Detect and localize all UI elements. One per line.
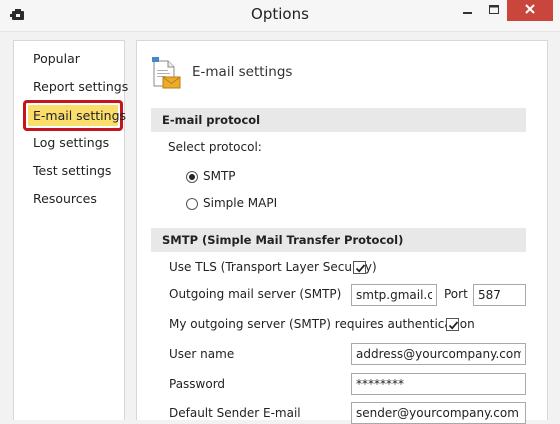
sidebar-item-popular[interactable]: Popular <box>33 48 80 70</box>
sidebar-item-log-settings[interactable]: Log settings <box>33 132 109 154</box>
title-bar[interactable]: Options <box>0 0 560 32</box>
sidebar-item-email-settings[interactable]: E-mail settings <box>23 100 126 131</box>
port-label: Port <box>444 287 468 301</box>
requires-auth-label: My outgoing server (SMTP) requires authe… <box>169 317 475 331</box>
close-button[interactable] <box>507 0 553 21</box>
default-sender-field[interactable] <box>351 402 526 424</box>
simple-mapi-radio-label[interactable]: Simple MAPI <box>203 196 277 210</box>
password-field[interactable] <box>351 373 526 395</box>
port-field[interactable] <box>473 284 526 306</box>
username-label: User name <box>169 347 235 361</box>
use-tls-checkbox[interactable] <box>353 261 366 274</box>
sidebar-item-label: E-mail settings <box>28 105 126 126</box>
simple-mapi-radio[interactable] <box>186 198 198 210</box>
use-tls-label: Use TLS (Transport Layer Security) <box>169 260 377 274</box>
smtp-radio-label[interactable]: SMTP <box>203 169 236 183</box>
password-label: Password <box>169 377 226 391</box>
minimize-button[interactable] <box>455 0 481 21</box>
outgoing-server-label: Outgoing mail server (SMTP) <box>169 287 342 301</box>
smtp-section-header: SMTP (Simple Mail Transfer Protocol) <box>151 228 526 252</box>
email-settings-icon <box>150 56 182 90</box>
sidebar-item-resources[interactable]: Resources <box>33 188 97 210</box>
page-title: E-mail settings <box>192 64 293 80</box>
username-field[interactable] <box>351 343 526 365</box>
maximize-button[interactable] <box>481 0 507 21</box>
smtp-radio[interactable] <box>186 171 198 183</box>
minimize-icon <box>463 4 473 18</box>
close-icon <box>524 3 536 18</box>
email-protocol-section-header: E-mail protocol <box>151 108 526 132</box>
select-protocol-label: Select protocol: <box>168 140 262 154</box>
requires-auth-checkbox[interactable] <box>446 318 459 331</box>
default-sender-label: Default Sender E-mail <box>169 406 301 420</box>
outgoing-server-field[interactable] <box>351 284 437 306</box>
maximize-icon <box>489 4 499 18</box>
sidebar-item-test-settings[interactable]: Test settings <box>33 160 111 182</box>
sidebar-item-report-settings[interactable]: Report settings <box>33 76 128 98</box>
options-window: Options Popular Report settings E-mail s… <box>0 0 560 424</box>
